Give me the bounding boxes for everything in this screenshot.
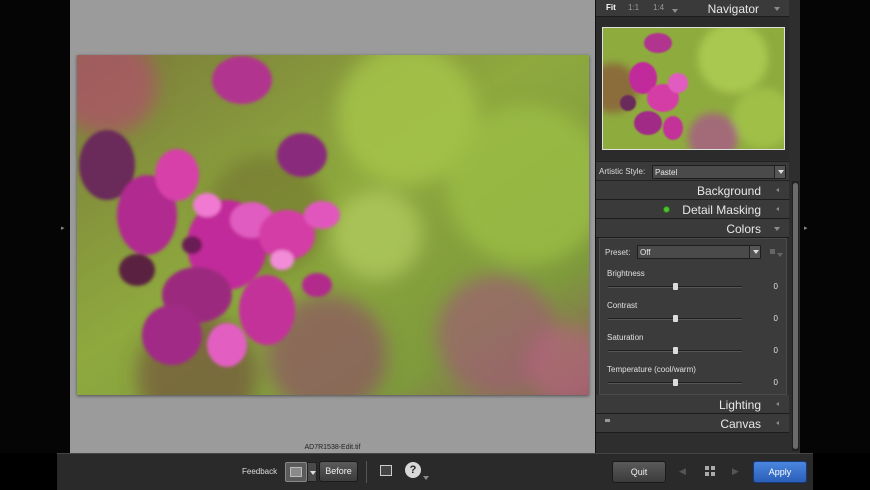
feedback-color-swatch[interactable] bbox=[285, 462, 307, 482]
contrast-slider-knob[interactable] bbox=[673, 315, 678, 322]
artistic-style-label: Artistic Style: bbox=[599, 167, 646, 176]
chevron-down-icon bbox=[778, 170, 784, 174]
temperature-slider-knob[interactable] bbox=[673, 379, 678, 386]
temperature-slider[interactable] bbox=[608, 379, 742, 386]
preset-menu-chevron-icon[interactable] bbox=[777, 253, 783, 257]
preset-value: Off bbox=[640, 248, 651, 257]
section-lighting-title: Lighting bbox=[718, 398, 761, 412]
toolbar-divider bbox=[366, 461, 367, 483]
saturation-label: Saturation bbox=[607, 333, 644, 342]
grid-cell bbox=[705, 472, 709, 476]
feedback-color-inner bbox=[290, 467, 302, 477]
flower-painting bbox=[77, 55, 589, 395]
preview-image[interactable] bbox=[77, 55, 589, 395]
zoom-1-1-button[interactable]: 1:1 bbox=[628, 3, 639, 12]
zoom-1-4-button[interactable]: 1:4 bbox=[653, 3, 664, 12]
section-colors[interactable]: Colors bbox=[596, 219, 789, 238]
dropdown-arrow bbox=[774, 166, 785, 178]
zoom-menu-icon[interactable] bbox=[672, 9, 678, 13]
chevron-left-icon bbox=[776, 421, 779, 425]
scrollbar-thumb[interactable] bbox=[793, 183, 798, 449]
image-icon[interactable] bbox=[380, 465, 392, 476]
colors-panel: Preset: Off Brightness 0 Contrast 0 Satu… bbox=[599, 238, 787, 395]
help-menu-chevron-icon[interactable] bbox=[423, 476, 429, 480]
right-edge: ▸ bbox=[800, 0, 870, 453]
dropdown-arrow bbox=[749, 246, 760, 258]
feedback-label: Feedback bbox=[242, 467, 278, 476]
section-detail-masking[interactable]: Detail Masking bbox=[596, 200, 789, 219]
saturation-value: 0 bbox=[773, 346, 778, 355]
section-detail-masking-title: Detail Masking bbox=[682, 203, 761, 217]
contrast-slider[interactable] bbox=[608, 315, 742, 322]
app-window: ▸ ▸ AD7R1538-Edit.tif Fit 1:1 1:4 Naviga… bbox=[0, 0, 870, 490]
chevron-left-icon bbox=[776, 207, 779, 211]
chevron-down-icon[interactable] bbox=[774, 7, 780, 11]
section-background-title: Background bbox=[696, 184, 761, 198]
arrow-left-icon[interactable]: ◀ bbox=[679, 466, 686, 477]
apply-button[interactable]: Apply bbox=[753, 461, 807, 483]
chevron-down-icon bbox=[774, 227, 780, 231]
collapse-left-icon[interactable]: ▸ bbox=[61, 224, 65, 232]
grid-cell bbox=[711, 472, 715, 476]
brightness-slider-knob[interactable] bbox=[673, 283, 678, 290]
section-canvas[interactable]: Canvas bbox=[596, 414, 789, 433]
contrast-label: Contrast bbox=[607, 301, 638, 310]
chevron-left-icon bbox=[776, 188, 779, 192]
navigator-thumbnail[interactable] bbox=[602, 27, 785, 150]
brightness-slider[interactable] bbox=[608, 283, 742, 290]
grid-icon[interactable] bbox=[705, 466, 715, 476]
section-canvas-title: Canvas bbox=[720, 417, 761, 431]
status-dot-icon bbox=[663, 206, 670, 213]
left-edge: ▸ bbox=[0, 0, 70, 453]
navigator-header[interactable]: Fit 1:1 1:4 Navigator bbox=[596, 0, 789, 17]
section-lighting[interactable]: Lighting bbox=[596, 395, 789, 414]
quit-button[interactable]: Quit bbox=[612, 461, 666, 483]
section-colors-title: Colors bbox=[726, 222, 761, 236]
section-background[interactable]: Background bbox=[596, 181, 789, 200]
preset-dropdown[interactable]: Off bbox=[637, 245, 761, 259]
saturation-slider-knob[interactable] bbox=[673, 347, 678, 354]
artistic-style-value: Pastel bbox=[655, 168, 678, 177]
canvas-handle-icon bbox=[605, 419, 610, 422]
chevron-left-icon bbox=[776, 402, 779, 406]
artistic-style-row: Artistic Style: Pastel bbox=[596, 161, 789, 181]
brightness-value: 0 bbox=[773, 282, 778, 291]
navigator-title: Navigator bbox=[707, 2, 759, 16]
filename-label: AD7R1538-Edit.tif bbox=[304, 444, 361, 451]
zoom-fit-button[interactable]: Fit bbox=[606, 3, 616, 12]
navigator-view bbox=[596, 17, 789, 160]
temperature-label: Temperature (cool/warm) bbox=[607, 365, 696, 374]
arrow-right-icon[interactable]: ▶ bbox=[732, 466, 739, 477]
saturation-slider[interactable] bbox=[608, 347, 742, 354]
chevron-down-icon bbox=[310, 471, 316, 475]
temperature-value: 0 bbox=[773, 378, 778, 387]
preset-label: Preset: bbox=[605, 248, 631, 257]
contrast-value: 0 bbox=[773, 314, 778, 323]
grid-cell bbox=[711, 466, 715, 470]
chevron-down-icon bbox=[753, 250, 759, 254]
bottom-toolbar: Feedback Before ? Quit ◀ ▶ Apply bbox=[57, 453, 813, 490]
help-icon[interactable]: ? bbox=[405, 462, 421, 478]
preview-canvas: AD7R1538-Edit.tif bbox=[70, 0, 595, 453]
feedback-dropdown[interactable] bbox=[307, 462, 317, 482]
before-button[interactable]: Before bbox=[319, 461, 358, 482]
collapse-right-icon[interactable]: ▸ bbox=[804, 224, 808, 232]
artistic-style-dropdown[interactable]: Pastel bbox=[652, 165, 786, 179]
grid-cell bbox=[705, 466, 709, 470]
settings-panel: Fit 1:1 1:4 Navigator Artistic Style: Pa… bbox=[595, 0, 800, 453]
panel-scrollbar[interactable] bbox=[792, 181, 799, 451]
brightness-label: Brightness bbox=[607, 269, 645, 278]
preset-menu-icon[interactable] bbox=[770, 249, 775, 254]
thumbnail-image bbox=[603, 28, 784, 149]
